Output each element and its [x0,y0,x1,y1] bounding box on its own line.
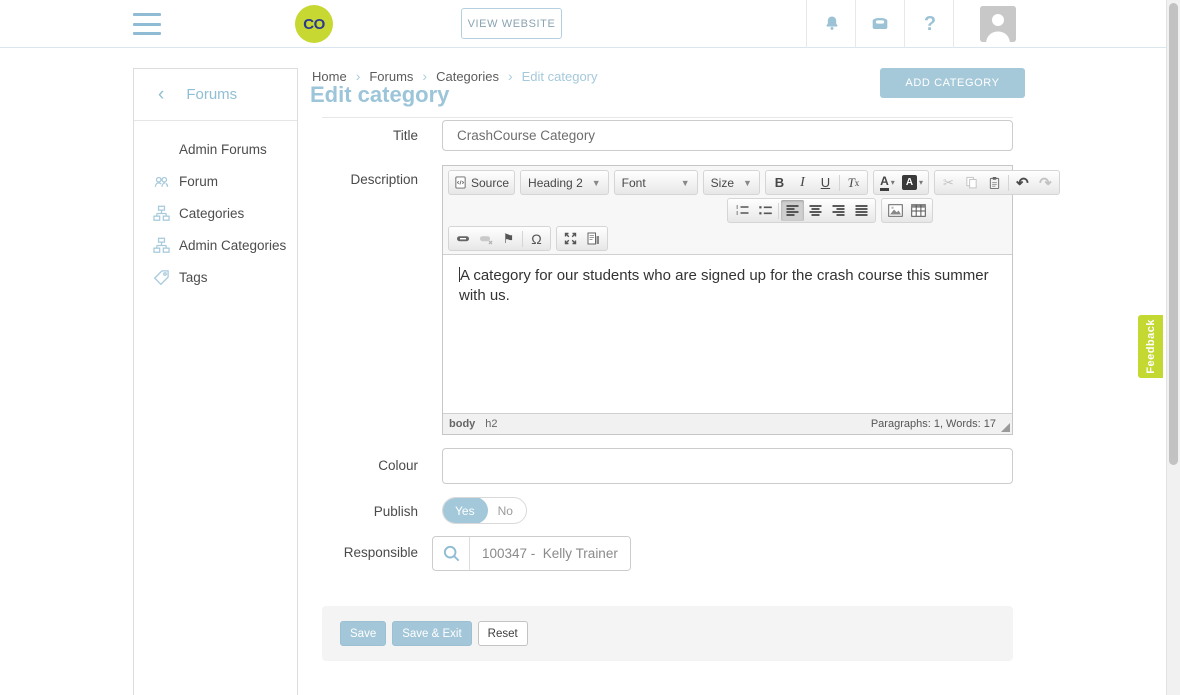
sidebar-item-tags[interactable]: Tags [134,261,297,293]
responsible-picker [432,536,631,571]
topbar: CO VIEW WEBSITE ? [0,0,1180,48]
forum-people-icon [153,173,170,190]
page-title: Edit category [310,82,449,108]
element-path: body h2 [449,418,498,430]
link-button[interactable] [451,228,474,249]
source-button[interactable]: Source [451,172,512,193]
search-icon[interactable] [433,537,470,570]
sidebar: ‹ Forums Admin Forums Forum [133,68,298,695]
reset-button[interactable]: Reset [478,621,528,646]
publish-label: Publish [310,504,418,519]
save-button[interactable]: Save [340,621,386,646]
sidebar-item-label: Forum [179,174,218,189]
editor-resize-handle[interactable] [1001,423,1010,432]
sitemap-icon [153,205,170,222]
maximize-button[interactable] [559,228,582,249]
sitemap-icon [153,237,170,254]
colour-input[interactable] [442,448,1013,484]
sidebar-item-label: Categories [179,206,244,221]
breadcrumb-separator: › [508,68,513,84]
paragraph-format-dropdown[interactable]: Heading 2▼ [520,170,609,195]
chevron-down-icon: ▼ [743,178,752,188]
topbar-divider [806,0,807,48]
editor-footer: body h2 Paragraphs: 1, Words: 17 [443,413,1012,434]
main-content: Home › Forums › Categories › Edit catego… [310,60,1026,695]
tag-icon [153,269,170,286]
help-icon[interactable]: ? [906,0,954,48]
publish-yes-option[interactable]: Yes [442,497,488,524]
sidebar-back-forums[interactable]: ‹ Forums [134,69,297,121]
editor-content[interactable]: A category for our students who are sign… [443,255,1012,413]
element-path-h2[interactable]: h2 [485,418,497,430]
insert-table-button[interactable] [907,200,930,221]
publish-toggle: Yes No [442,497,527,524]
notifications-bell-icon[interactable] [808,0,856,48]
numbered-list-button[interactable] [730,200,753,221]
size-dropdown[interactable]: Size▼ [703,170,760,195]
hamburger-menu-icon[interactable] [133,13,161,35]
show-blocks-button[interactable] [582,228,605,249]
editor-toolbar: Source Heading 2▼ Font▼ Size▼ [443,166,1012,255]
add-category-button[interactable]: ADD CATEGORY [880,68,1025,98]
co-logo[interactable]: CO [295,5,333,43]
copy-icon [960,172,983,193]
title-divider [322,117,1013,118]
chevron-left-icon: ‹ [158,85,164,104]
view-website-button[interactable]: VIEW WEBSITE [461,8,562,39]
scrollbar-track [1166,0,1180,695]
inbox-tray-icon[interactable] [856,0,904,48]
word-count: Paragraphs: 1, Words: 17 [871,418,996,430]
save-and-exit-button[interactable]: Save & Exit [392,621,471,646]
feedback-tab[interactable]: Feedback [1138,315,1163,378]
sidebar-list: Admin Forums Forum Cat [134,121,297,293]
insert-image-button[interactable] [884,200,907,221]
breadcrumb-current: Edit category [522,69,598,84]
align-justify-button[interactable] [850,200,873,221]
sidebar-item-label: Admin Categories [179,238,286,253]
sidebar-item-admin-forums[interactable]: Admin Forums [134,133,297,165]
undo-button[interactable]: ↶ [1011,172,1034,193]
chevron-down-icon: ▼ [681,178,690,188]
paste-icon[interactable] [983,172,1006,193]
description-label: Description [310,172,418,187]
bold-button[interactable]: B [768,172,791,193]
redo-icon: ↷ [1034,172,1057,193]
user-avatar[interactable] [980,6,1016,42]
align-right-button[interactable] [827,200,850,221]
font-dropdown[interactable]: Font▼ [614,170,698,195]
publish-no-option[interactable]: No [488,504,526,518]
form-actions-panel: Save Save & Exit Reset [322,606,1013,661]
colour-label: Colour [310,458,418,473]
sidebar-item-label: Admin Forums [179,142,267,157]
italic-button[interactable]: I [791,172,814,193]
responsible-input[interactable] [470,537,630,570]
topbar-divider [904,0,905,48]
title-input[interactable] [442,120,1013,151]
sidebar-item-categories[interactable]: Categories [134,197,297,229]
text-color-button[interactable]: A▾ [876,172,899,193]
sidebar-item-admin-categories[interactable]: Admin Categories [134,229,297,261]
sidebar-item-forum[interactable]: Forum [134,165,297,197]
sidebar-title: Forums [186,86,237,103]
feedback-tab-label: Feedback [1145,319,1157,374]
description-rich-text-editor: Source Heading 2▼ Font▼ Size▼ [442,165,1013,435]
align-left-button[interactable] [781,200,804,221]
remove-format-button[interactable]: Tx [842,172,865,193]
scrollbar-thumb[interactable] [1169,3,1178,465]
underline-button[interactable]: U [814,172,837,193]
unlink-icon [474,228,497,249]
chevron-down-icon: ▼ [592,178,601,188]
special-character-button[interactable]: Ω [525,228,548,249]
bulleted-list-button[interactable] [753,200,776,221]
title-label: Title [310,128,418,143]
element-path-body[interactable]: body [449,418,475,430]
cut-icon: ✂ [937,172,960,193]
sidebar-item-label: Tags [179,270,208,285]
app-root: CO VIEW WEBSITE ? ‹ Forums Admin Forums [0,0,1180,695]
background-color-button[interactable]: A▾ [899,172,926,193]
align-center-button[interactable] [804,200,827,221]
anchor-flag-button[interactable]: ⚑ [497,228,520,249]
responsible-label: Responsible [310,545,418,560]
description-text: A category for our students who are sign… [459,267,989,304]
